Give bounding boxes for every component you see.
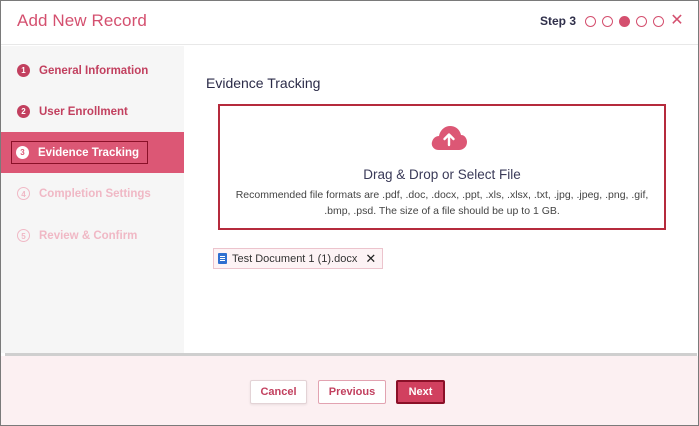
sidebar-item-general-information[interactable]: 1 General Information xyxy=(1,50,184,91)
remove-file-icon[interactable]: ✕ xyxy=(365,251,376,267)
step-dot xyxy=(585,16,596,27)
cancel-button[interactable]: Cancel xyxy=(250,380,307,404)
next-button[interactable]: Next xyxy=(396,380,445,404)
step-progress-dots xyxy=(585,16,664,27)
sidebar-item-label: Review & Confirm xyxy=(39,229,138,242)
sidebar-item-label: Completion Settings xyxy=(39,187,151,200)
sidebar-item-label: Evidence Tracking xyxy=(38,146,139,159)
step-number-badge: 4 xyxy=(17,187,30,200)
file-dropzone[interactable]: Drag & Drop or Select File Recommended f… xyxy=(218,104,666,230)
dialog-title: Add New Record xyxy=(17,11,147,30)
word-file-icon xyxy=(218,253,227,264)
previous-button[interactable]: Previous xyxy=(318,380,386,404)
close-icon[interactable]: ✕ xyxy=(669,13,685,29)
attached-file-chip: Test Document 1 (1).docx ✕ xyxy=(213,248,384,269)
sidebar-item-label: General Information xyxy=(39,64,149,77)
step-indicator-label: Step 3 xyxy=(540,14,577,28)
step-number-badge: 5 xyxy=(17,229,30,242)
dropzone-title: Drag & Drop or Select File xyxy=(363,167,521,182)
sidebar-item-completion-settings[interactable]: 4 Completion Settings xyxy=(1,173,184,214)
attached-file-name: Test Document 1 (1).docx xyxy=(232,252,358,265)
dialog: Add New Record Step 3 ✕ 1 General Inform… xyxy=(0,0,699,426)
dialog-header: Add New Record Step 3 ✕ xyxy=(1,1,698,45)
section-title: Evidence Tracking xyxy=(206,75,321,91)
step-number-badge: 1 xyxy=(17,64,30,77)
focus-outline: 3 Evidence Tracking xyxy=(11,141,148,164)
wizard-sidebar: 1 General Information 2 User Enrollment … xyxy=(1,46,184,353)
sidebar-item-label: User Enrollment xyxy=(39,105,128,118)
dropzone-description: Recommended file formats are .pdf, .doc,… xyxy=(235,189,649,217)
step-dot xyxy=(653,16,664,27)
dialog-footer: Cancel Previous Next xyxy=(1,356,698,425)
step-number-badge: 3 xyxy=(16,146,29,159)
step-dot xyxy=(636,16,647,27)
cloud-upload-icon xyxy=(431,126,467,150)
sidebar-item-evidence-tracking[interactable]: 3 Evidence Tracking xyxy=(1,132,184,173)
step-dot-active xyxy=(619,16,630,27)
sidebar-item-user-enrollment[interactable]: 2 User Enrollment xyxy=(1,91,184,132)
step-dot xyxy=(602,16,613,27)
sidebar-item-review-confirm[interactable]: 5 Review & Confirm xyxy=(1,215,184,256)
step-number-badge: 2 xyxy=(17,105,30,118)
